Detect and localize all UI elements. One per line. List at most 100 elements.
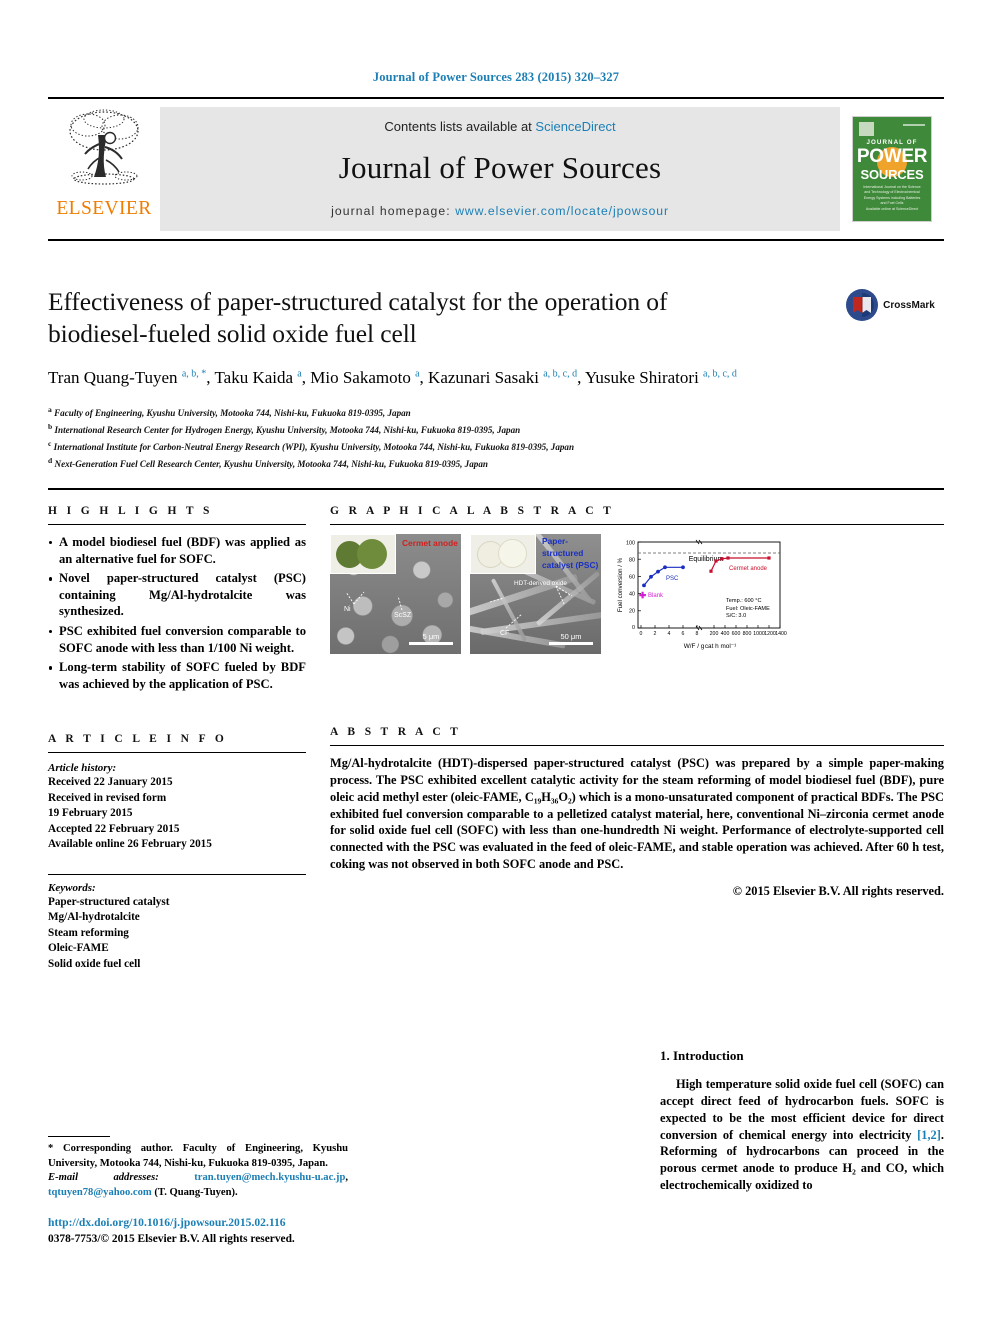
svg-text:8: 8: [696, 631, 699, 637]
email-link-primary[interactable]: tran.tuyen@mech.kyushu-u.ac.jp: [194, 1172, 345, 1183]
keyword-item: Oleic-FAME: [48, 942, 109, 955]
sem-image-psc: Paper-structured catalyst (PSC) HDT-deri…: [470, 534, 601, 654]
svg-text:PSC: PSC: [666, 576, 679, 582]
abstract-rule: [330, 745, 944, 746]
affiliation-list: a Faculty of Engineering, Kyushu Univers…: [48, 404, 748, 471]
highlights-rule: [48, 524, 306, 525]
svg-text:6: 6: [682, 631, 685, 637]
svg-text:Temp.: 600 °C: Temp.: 600 °C: [726, 598, 762, 604]
email-line: E-mail addresses: tran.tuyen@mech.kyushu…: [48, 1172, 348, 1199]
homepage-prefix: journal homepage:: [331, 204, 456, 218]
keyword-item: Solid oxide fuel cell: [48, 957, 141, 970]
cover-subtitle: International Journal on the Science and…: [863, 185, 921, 206]
svg-text:1200: 1200: [764, 631, 776, 637]
intro-text-pre: High temperature solid oxide fuel cell (…: [660, 1077, 944, 1142]
ga-panel-cermet: Cermet anode Ni ScSZ 5 μm: [330, 534, 461, 654]
email-owner: (T. Quang-Tuyen).: [154, 1187, 238, 1199]
svg-text:Fuel: Oleic-FAME: Fuel: Oleic-FAME: [726, 606, 770, 612]
article-history-line: Received in revised form: [48, 791, 167, 804]
highlights-list: A model biodiesel fuel (BDF) was applied…: [48, 534, 306, 692]
cover-line-power: POWER: [856, 146, 928, 167]
journal-cover-thumbnail: JOURNAL OF POWER SOURCES International J…: [840, 99, 944, 239]
highlight-item: PSC exhibited fuel conversion comparable…: [48, 623, 306, 656]
crossmark-icon: [846, 289, 879, 321]
footnote-rule: [48, 1135, 110, 1137]
contents-available-line: Contents lists available at ScienceDirec…: [384, 119, 615, 134]
keyword-item: Steam reforming: [48, 926, 129, 939]
scale-label-cermet: 5 μm: [422, 632, 440, 641]
journal-masthead: ELSEVIER Contents lists available at Sci…: [48, 97, 944, 241]
masthead-center: Contents lists available at ScienceDirec…: [160, 107, 840, 231]
journal-homepage-line: journal homepage: www.elsevier.com/locat…: [331, 204, 669, 218]
affiliation-item: c International Institute for Carbon-Neu…: [48, 438, 575, 452]
keyword-item: Mg/Al-hydrotalcite: [48, 911, 140, 924]
elsevier-tree-icon: [69, 109, 139, 185]
cover-art: JOURNAL OF POWER SOURCES International J…: [852, 116, 932, 222]
crossmark-badge[interactable]: CrossMark: [836, 288, 944, 322]
ga-panel-psc: Paper-structured catalyst (PSC) HDT-deri…: [470, 534, 601, 654]
svg-text:20: 20: [629, 609, 635, 615]
article-title: Effectiveness of paper-structured cataly…: [48, 287, 668, 349]
sem-image-cermet: Cermet anode Ni ScSZ 5 μm: [330, 534, 461, 654]
author-list: Tran Quang-Tuyen a, b, *, Taku Kaida a, …: [48, 368, 737, 388]
svg-text:1000: 1000: [753, 631, 765, 637]
svg-text:4: 4: [668, 631, 671, 637]
svg-text:W/F / g cat h mol⁻¹: W/F / g cat h mol⁻¹: [684, 643, 737, 650]
affiliation-item: d Next-Generation Fuel Cell Research Cen…: [48, 455, 488, 469]
homepage-url-link[interactable]: www.elsevier.com/locate/jpowsour: [455, 204, 669, 218]
fuel-conversion-chart: Equilibrium 100 80 60 40 20 0 0 2 4 6 8 …: [617, 539, 787, 650]
citation-link[interactable]: [1,2]: [917, 1128, 941, 1142]
svg-text:60: 60: [629, 575, 635, 581]
article-info-rule: [48, 752, 306, 754]
abstract-copyright: © 2015 Elsevier B.V. All rights reserved…: [732, 884, 944, 899]
abstract-text: Mg/Al-hydrotalcite (HDT)-dispersed paper…: [330, 756, 944, 872]
right-column: G R A P H I C A L A B S T R A C T Cermet…: [330, 505, 944, 899]
svg-text:S/C: 3.0: S/C: 3.0: [726, 613, 746, 619]
cover-footer: Available online at ScienceDirect: [865, 207, 919, 212]
svg-text:100: 100: [626, 541, 635, 547]
left-column: H I G H L I G H T S A model biodiesel fu…: [48, 505, 306, 972]
graphical-abstract-figure: Cermet anode Ni ScSZ 5 μm Paper-structur…: [330, 534, 944, 654]
article-history-line: Accepted 22 February 2015: [48, 822, 180, 835]
highlights-heading: H I G H L I G H T S: [48, 505, 213, 517]
introduction-section: 1. Introduction High temperature solid o…: [660, 1048, 944, 1194]
svg-text:40: 40: [629, 592, 635, 598]
cover-top-rule: [903, 124, 925, 126]
sciencedirect-link[interactable]: ScienceDirect: [535, 119, 615, 134]
scale-bar-psc: [549, 642, 593, 645]
ga-panel-chart: Equilibrium 100 80 60 40 20 0 0 2 4 6 8 …: [610, 534, 788, 654]
highlight-item: A model biodiesel fuel (BDF) was applied…: [48, 534, 306, 567]
svg-text:1400: 1400: [775, 631, 787, 637]
keyword-item: Paper-structured catalyst: [48, 895, 170, 908]
article-history-label: Article history:: [48, 762, 117, 775]
svg-text:0: 0: [632, 625, 635, 631]
scale-bar-cermet: [409, 642, 453, 645]
issn-copyright-line: 0378-7753/© 2015 Elsevier B.V. All right…: [48, 1233, 295, 1246]
article-history-line: 19 February 2015: [48, 807, 133, 820]
elsevier-logo: ELSEVIER: [48, 99, 160, 239]
svg-text:Fuel conversion / %: Fuel conversion / %: [617, 557, 624, 612]
svg-text:400: 400: [721, 631, 730, 637]
keywords-divider: [48, 873, 306, 875]
highlight-item: Long-term stability of SOFC fueled by BD…: [48, 659, 306, 692]
article-history-line: Received 22 January 2015: [48, 776, 173, 789]
keywords-label: Keywords:: [48, 881, 96, 894]
email-link-secondary[interactable]: tqtuyen78@yahoo.com: [48, 1187, 152, 1198]
section-divider: [48, 488, 944, 490]
running-head: Journal of Power Sources 283 (2015) 320–…: [372, 70, 620, 84]
svg-text:600: 600: [732, 631, 741, 637]
cover-line-journal-of: JOURNAL OF: [866, 139, 918, 146]
svg-text:2: 2: [654, 631, 657, 637]
cover-elsevier-mark: [859, 122, 874, 136]
svg-text:Cermet anode: Cermet anode: [729, 566, 768, 572]
corresponding-author-text: * Corresponding author. Faculty of Engin…: [48, 1142, 348, 1169]
email-label: E-mail addresses:: [48, 1172, 159, 1184]
svg-text:80: 80: [629, 558, 635, 564]
doi-link[interactable]: http://dx.doi.org/10.1016/j.jpowsour.201…: [48, 1215, 468, 1232]
article-history-line: Available online 26 February 2015: [48, 838, 212, 851]
crossmark-label: CrossMark: [883, 299, 935, 311]
svg-text:Blank: Blank: [648, 593, 664, 599]
article-first-page: Journal of Power Sources 283 (2015) 320–…: [0, 0, 992, 1323]
highlight-item: Novel paper-structured catalyst (PSC) co…: [48, 570, 306, 620]
svg-text:Equilibrium: Equilibrium: [689, 556, 724, 563]
